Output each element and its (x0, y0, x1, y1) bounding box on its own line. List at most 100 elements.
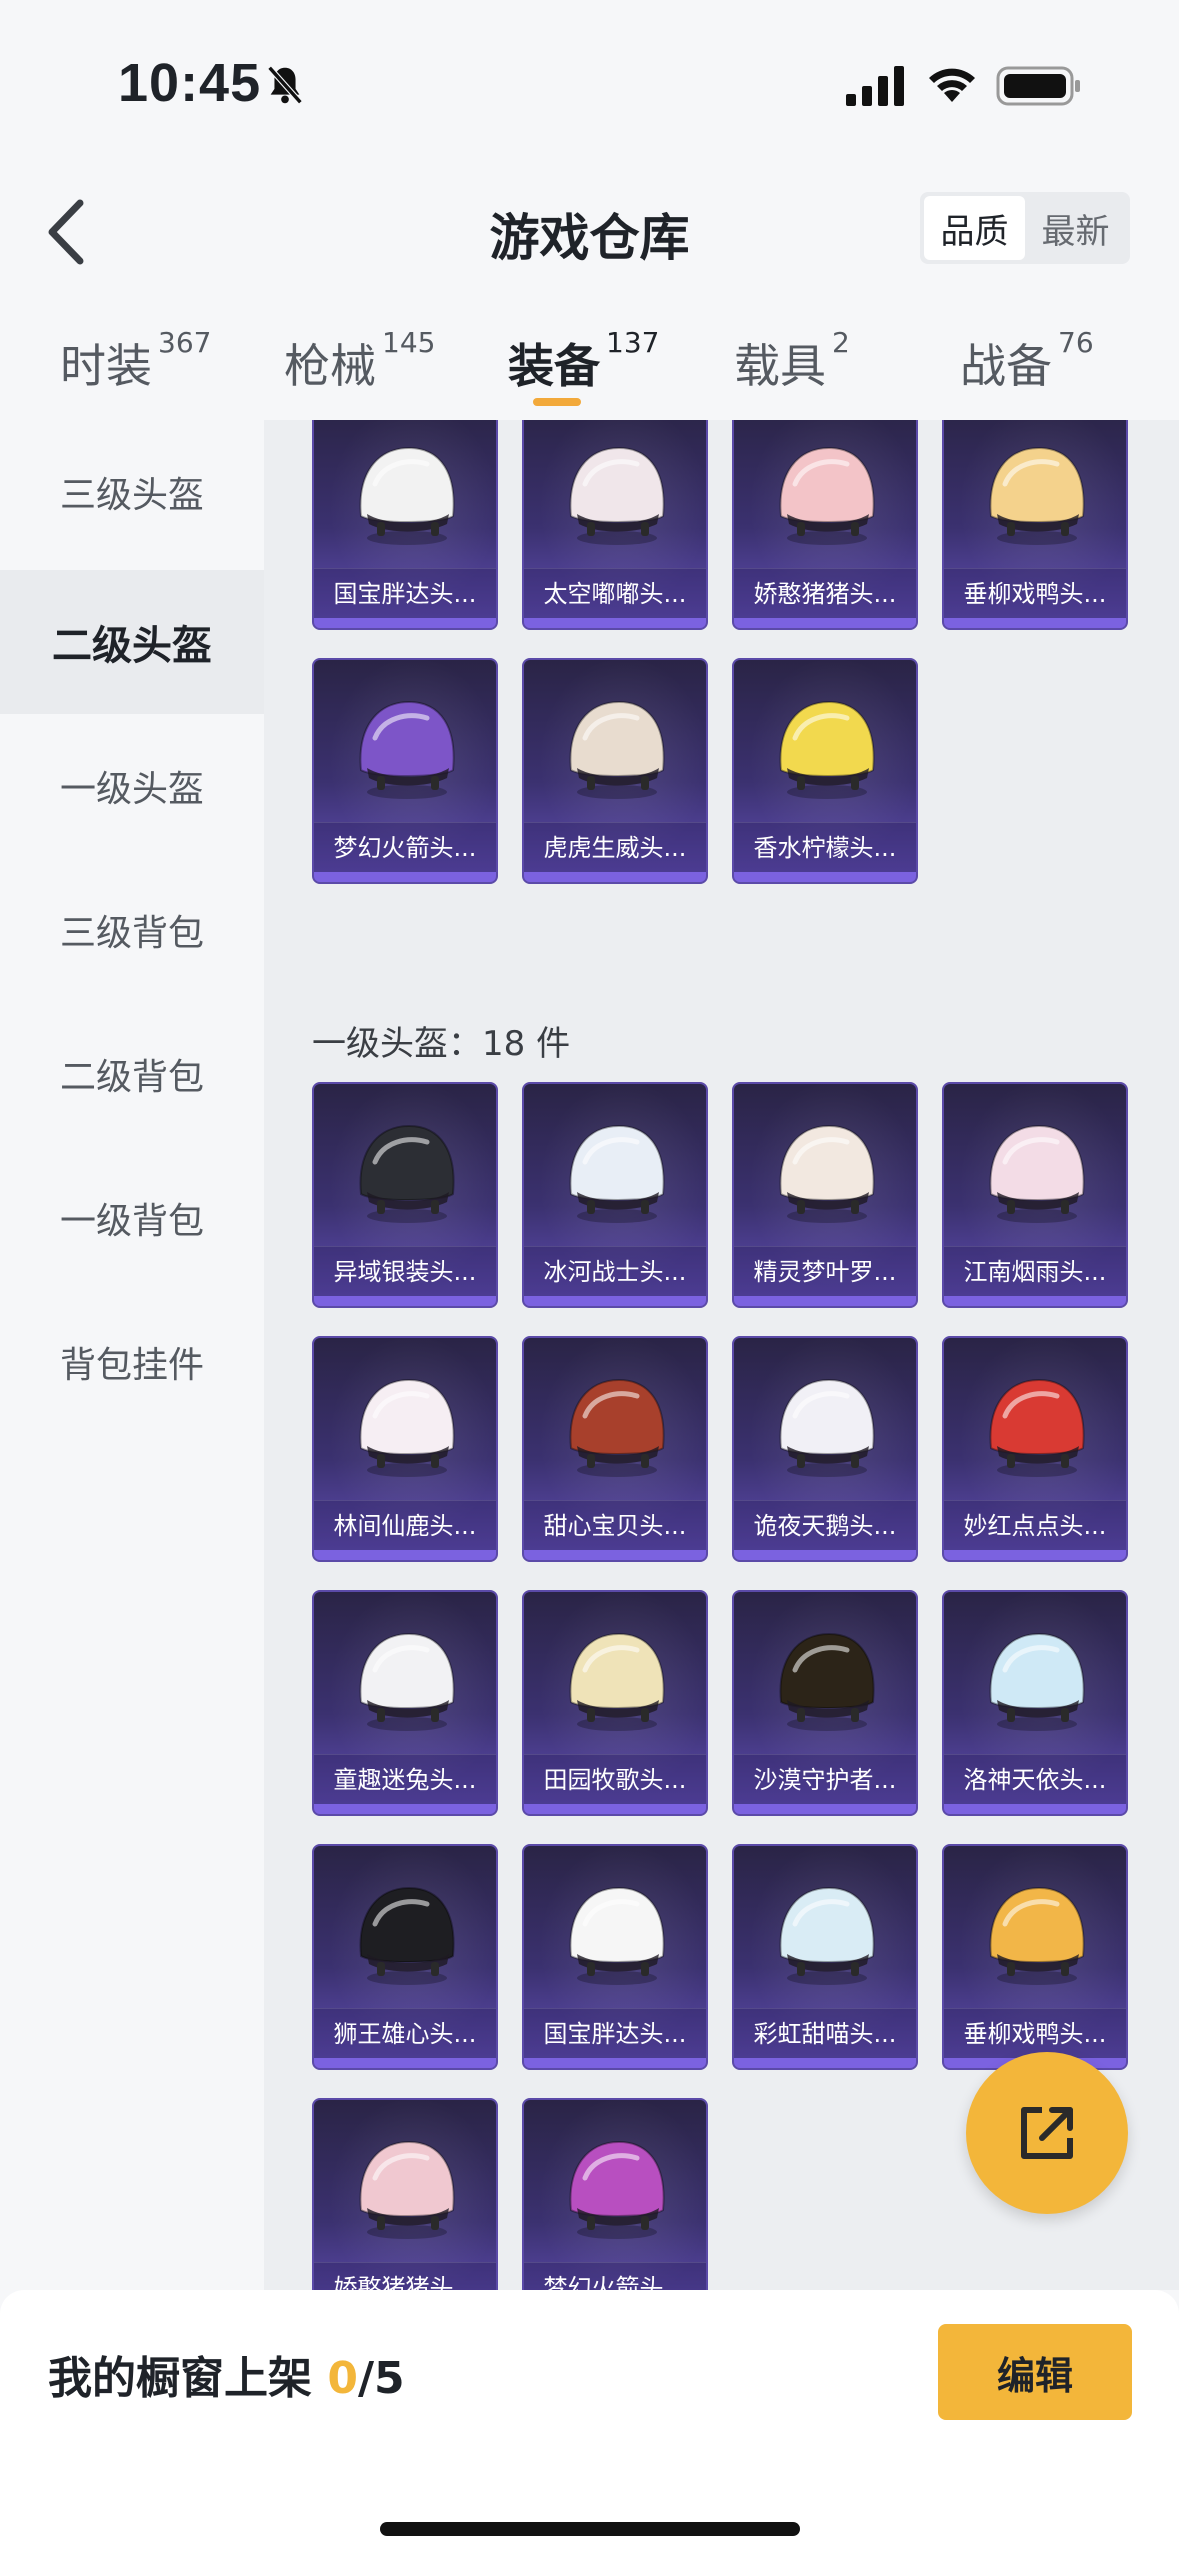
showcase-count: 0 (327, 2353, 358, 2404)
item-card[interactable]: 垂柳戏鸭头... (942, 420, 1128, 630)
helmet-icon (779, 446, 875, 545)
item-name: 垂柳戏鸭头... (944, 568, 1126, 618)
tab-equipment[interactable]: 装备 137 (508, 326, 659, 396)
item-card[interactable]: 垂柳戏鸭头... (942, 1844, 1128, 2070)
item-name: 太空嘟嘟头... (524, 568, 706, 618)
item-name: 彩虹甜喵头... (734, 2008, 916, 2058)
item-card[interactable]: 彩虹甜喵头... (732, 1844, 918, 2070)
item-name: 娇憨猪猪头... (314, 2262, 496, 2290)
card-stripe (524, 2058, 706, 2068)
item-name: 娇憨猪猪头... (734, 568, 916, 618)
item-card[interactable]: 国宝胖达头... (312, 420, 498, 630)
card-stripe (314, 1296, 496, 1306)
helmet-icon (989, 1124, 1085, 1223)
item-name: 诡夜天鹅头... (734, 1500, 916, 1550)
helmet-icon (569, 700, 665, 799)
helmet-icon (359, 1632, 455, 1731)
item-name: 国宝胖达头... (314, 568, 496, 618)
card-stripe (314, 618, 496, 628)
sidebar-item-level1-helmet[interactable]: 一级头盔 (0, 714, 264, 858)
item-grid: 一级头盔：18 件 沙漠守护者...绯红秘境头...洛神天依头...百万伏特头.… (264, 420, 1179, 2290)
item-card[interactable]: 冰河战士头... (522, 1082, 708, 1308)
helmet-icon (359, 446, 455, 545)
item-name: 田园牧歌头... (524, 1754, 706, 1804)
battery-icon (996, 66, 1080, 106)
tab-fashion[interactable]: 时装 367 (60, 326, 211, 396)
card-stripe (944, 1550, 1126, 1560)
edit-button[interactable]: 编辑 (938, 2324, 1132, 2420)
item-card[interactable]: 狮王雄心头... (312, 1844, 498, 2070)
item-card[interactable]: 太空嘟嘟头... (522, 420, 708, 630)
category-tabs: 时装 367 枪械 145 装备 137 载具 2 战备 76 (0, 300, 1179, 420)
sidebar-item-level3-helmet[interactable]: 三级头盔 (0, 420, 264, 564)
card-stripe (314, 872, 496, 882)
sidebar-item-level3-backpack[interactable]: 三级背包 (0, 858, 264, 1002)
header: 游戏仓库 品质 最新 (0, 170, 1179, 290)
tab-indicator (533, 398, 581, 406)
wifi-icon (929, 68, 975, 102)
item-name: 冰河战士头... (524, 1246, 706, 1296)
sort-newest-button[interactable]: 最新 (1025, 196, 1126, 260)
card-stripe (734, 872, 916, 882)
item-card[interactable]: 沙漠守护者... (732, 1590, 918, 1816)
item-card[interactable]: 江南烟雨头... (942, 1082, 1128, 1308)
sidebar-item-level1-backpack[interactable]: 一级背包 (0, 1146, 264, 1290)
item-card[interactable]: 异域银装头... (312, 1082, 498, 1308)
card-stripe (524, 618, 706, 628)
item-card[interactable]: 国宝胖达头... (522, 1844, 708, 2070)
helmet-icon (569, 446, 665, 545)
status-bar: 10:45 (0, 0, 1179, 150)
card-stripe (524, 1296, 706, 1306)
item-card[interactable]: 梦幻火箭头... (312, 658, 498, 884)
item-card[interactable]: 娇憨猪猪头... (312, 2098, 498, 2290)
card-stripe (524, 1550, 706, 1560)
helmet-icon (359, 2140, 455, 2239)
helmet-icon (989, 1632, 1085, 1731)
item-card[interactable]: 娇憨猪猪头... (732, 420, 918, 630)
helmet-icon (359, 1378, 455, 1477)
helmet-icon (779, 1632, 875, 1731)
sidebar-item-level2-backpack[interactable]: 二级背包 (0, 1002, 264, 1146)
tab-gear[interactable]: 战备 76 (960, 326, 1094, 396)
item-card[interactable]: 诡夜天鹅头... (732, 1336, 918, 1562)
helmet-icon (989, 1886, 1085, 1985)
tab-vehicles[interactable]: 载具 2 (734, 326, 850, 396)
item-name: 香水柠檬头... (734, 822, 916, 872)
tab-label: 载具 (734, 339, 826, 393)
card-stripe (944, 1296, 1126, 1306)
bell-mute-icon (267, 65, 303, 105)
item-card[interactable]: 洛神天依头... (942, 1590, 1128, 1816)
sidebar-item-level2-helmet[interactable]: 二级头盔 (0, 570, 264, 714)
card-stripe (944, 1804, 1126, 1814)
item-card[interactable]: 精灵梦叶罗... (732, 1082, 918, 1308)
item-card[interactable]: 梦幻火箭头... (522, 2098, 708, 2290)
tab-weapons[interactable]: 枪械 145 (284, 326, 435, 396)
share-icon (1021, 2107, 1073, 2159)
sidebar: 三级头盔 二级头盔 一级头盔 三级背包 二级背包 一级背包 背包挂件 (0, 420, 264, 2290)
item-card[interactable]: 香水柠檬头... (732, 658, 918, 884)
card-stripe (734, 1804, 916, 1814)
item-card[interactable]: 虎虎生威头... (522, 658, 708, 884)
card-stripe (944, 618, 1126, 628)
item-card[interactable]: 田园牧歌头... (522, 1590, 708, 1816)
showcase-label: 我的橱窗上架 0/5 (48, 2342, 405, 2406)
item-card[interactable]: 童趣迷兔头... (312, 1590, 498, 1816)
helmet-icon (779, 1124, 875, 1223)
helmet-icon (359, 700, 455, 799)
tab-label: 时装 (60, 339, 152, 393)
bottom-bar: 我的橱窗上架 0/5 编辑 (0, 2290, 1179, 2556)
share-button[interactable] (966, 2052, 1128, 2214)
item-name: 江南烟雨头... (944, 1246, 1126, 1296)
helmet-icon (989, 446, 1085, 545)
item-card[interactable]: 妙红点点头... (942, 1336, 1128, 1562)
sidebar-item-backpack-charm[interactable]: 背包挂件 (0, 1290, 264, 1434)
section-label-level1: 一级头盔：18 件 (312, 1024, 571, 1064)
sort-quality-button[interactable]: 品质 (924, 196, 1025, 260)
item-card[interactable]: 甜心宝贝头... (522, 1336, 708, 1562)
item-card[interactable]: 林间仙鹿头... (312, 1336, 498, 1562)
item-name: 梦幻火箭头... (314, 822, 496, 872)
item-name: 沙漠守护者... (734, 1754, 916, 1804)
helmet-icon (779, 700, 875, 799)
helmet-icon (359, 1886, 455, 1985)
item-name: 梦幻火箭头... (524, 2262, 706, 2290)
